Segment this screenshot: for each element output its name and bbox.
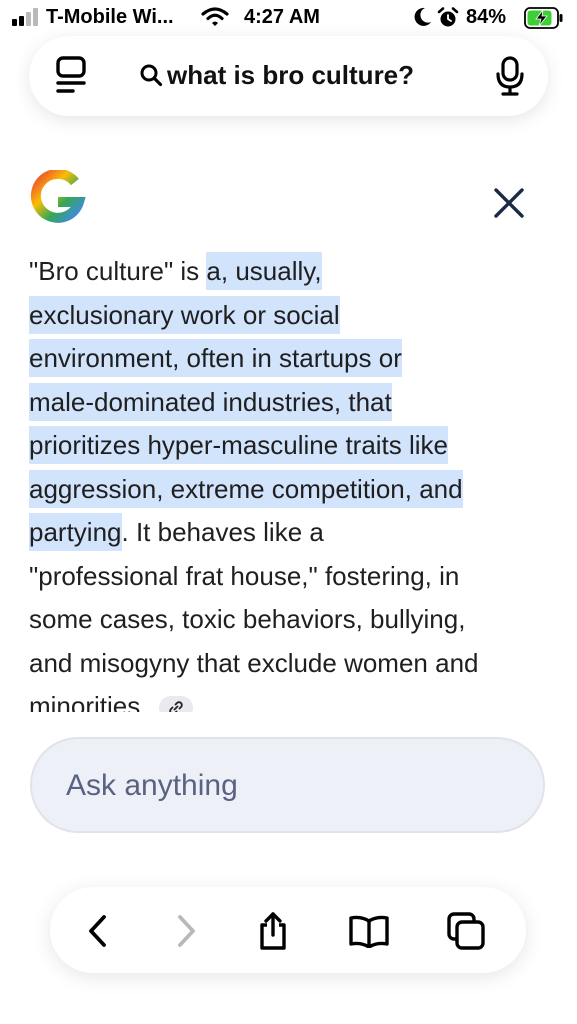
moon-icon [414,7,431,26]
search-icon [140,64,163,87]
share-icon [260,912,286,950]
share-button[interactable] [251,909,295,953]
status-bar: T-Mobile Wi... 4:27 AM 84% [0,0,577,38]
answer-line: some cases, toxic behaviors, bullying, [29,604,466,634]
alarm-icon [437,7,459,27]
ai-overview-text: "Bro culture" is a, usually, exclusionar… [29,250,549,712]
forward-button[interactable] [164,909,208,953]
answer-intro: "Bro culture" is [29,256,207,286]
source-link-button[interactable] [158,696,193,712]
wifi-icon [201,7,229,26]
back-icon [89,915,106,947]
signal-icon [12,8,44,26]
battery-percent: 84% [466,6,507,28]
search-bar[interactable]: what is bro culture? [29,36,548,116]
google-logo [30,170,86,223]
back-button[interactable] [76,909,120,953]
answer-line: minorities. [29,691,148,712]
highlight-line: exclusionary work or social [29,295,340,334]
bookmarks-icon [349,915,389,948]
highlight-line: environment, often in startups or [29,339,402,377]
carrier-name: T-Mobile Wi... [46,6,174,28]
menu-icon[interactable] [55,56,89,94]
answer-line: and misogyny that exclude women and [29,647,479,678]
browser-toolbar [50,887,526,973]
answer-line: "professional frat house," fostering, in [29,560,460,591]
ask-placeholder: Ask anything [66,769,238,802]
search-query[interactable]: what is bro culture? [139,58,414,92]
highlight-line: partying [29,513,122,551]
tabs-button[interactable] [444,909,488,953]
mic-icon[interactable] [495,56,525,96]
search-query-text: what is bro culture? [167,59,415,90]
bookmarks-button[interactable] [347,909,391,953]
highlight-line: prioritizes hyper-masculine traits like [29,426,449,464]
answer-line: . It behaves like a [121,517,324,547]
highlight-line: aggression, extreme competition, and [29,469,463,508]
link-icon [169,701,183,712]
tabs-icon [447,912,485,950]
highlight-line: a, usually, [206,252,322,290]
battery-charging-icon [524,7,563,29]
forward-icon [178,915,195,947]
highlight-line: male-dominated industries, that [29,382,392,421]
ask-input[interactable]: Ask anything [30,737,545,833]
clock: 4:27 AM [244,6,320,28]
close-button[interactable] [492,186,526,220]
